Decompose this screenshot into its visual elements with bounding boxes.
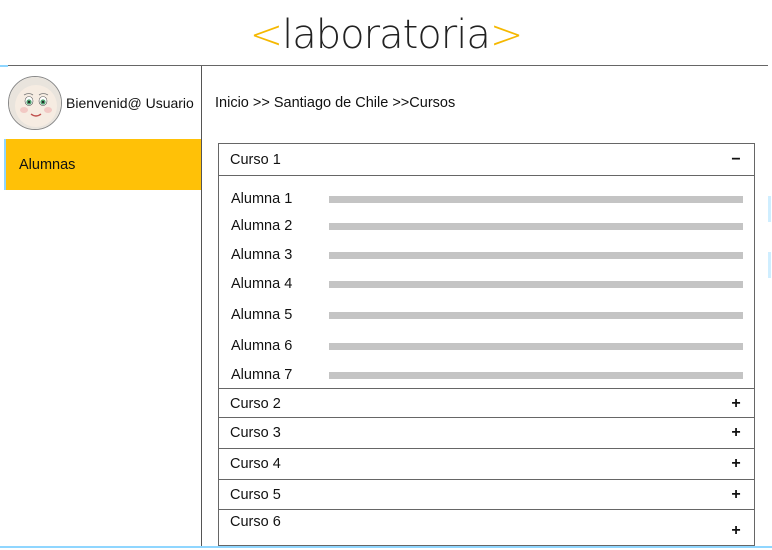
collapse-icon[interactable]: − bbox=[729, 151, 743, 169]
progress-bar bbox=[329, 280, 743, 288]
progress-bar bbox=[329, 371, 743, 379]
course-label: Curso 4 bbox=[230, 455, 281, 472]
course-header-6[interactable]: Curso 6 + bbox=[219, 509, 754, 545]
course-label: Curso 6 bbox=[230, 514, 281, 530]
list-item[interactable]: Alumna 3 bbox=[231, 245, 743, 265]
progress-bar bbox=[329, 195, 743, 203]
course-label: Curso 1 bbox=[230, 151, 281, 168]
course-header-1[interactable]: Curso 1 − bbox=[219, 144, 754, 176]
student-name: Alumna 1 bbox=[231, 191, 293, 207]
list-item[interactable]: Alumna 6 bbox=[231, 336, 743, 356]
progress-bar bbox=[329, 222, 743, 230]
laboratoria-logo[interactable]: <laboratoria> bbox=[0, 12, 772, 58]
logo-close-bracket: > bbox=[489, 12, 524, 58]
list-item[interactable]: Alumna 1 bbox=[231, 189, 743, 209]
progress-bar bbox=[329, 251, 743, 259]
course-label: Curso 3 bbox=[230, 424, 281, 441]
logo-open-bracket: < bbox=[249, 12, 284, 58]
logo-text: laboratoria bbox=[282, 12, 491, 58]
expand-icon[interactable]: + bbox=[729, 455, 743, 473]
student-name: Alumna 7 bbox=[231, 367, 293, 383]
scroll-edge-mark bbox=[768, 196, 771, 222]
student-name: Alumna 2 bbox=[231, 218, 293, 234]
expand-icon[interactable]: + bbox=[729, 395, 743, 413]
avatar-face-icon bbox=[9, 77, 61, 129]
avatar[interactable] bbox=[8, 76, 62, 130]
course-label: Curso 5 bbox=[230, 486, 281, 503]
breadcrumb: Inicio >> Santiago de Chile >>Cursos bbox=[215, 95, 456, 111]
header-divider bbox=[4, 65, 768, 66]
scroll-edge-mark bbox=[768, 252, 771, 278]
expand-icon[interactable]: + bbox=[729, 486, 743, 504]
student-name: Alumna 4 bbox=[231, 276, 293, 292]
progress-bar bbox=[329, 342, 743, 350]
sidebar-divider bbox=[201, 66, 202, 547]
sidebar-item-label: Alumnas bbox=[19, 156, 76, 173]
student-name: Alumna 6 bbox=[231, 338, 293, 354]
course-header-2[interactable]: Curso 2 + bbox=[219, 388, 754, 418]
courses-accordion: Curso 1 − Alumna 1 Alumna 2 Alumna 3 Alu… bbox=[218, 143, 755, 546]
expand-icon[interactable]: + bbox=[729, 522, 743, 540]
list-item[interactable]: Alumna 4 bbox=[231, 274, 743, 294]
course-header-5[interactable]: Curso 5 + bbox=[219, 479, 754, 509]
sidebar-item-alumnas[interactable]: Alumnas bbox=[4, 139, 201, 190]
header-divider-accent bbox=[0, 65, 8, 67]
course-header-3[interactable]: Curso 3 + bbox=[219, 417, 754, 447]
footer-divider bbox=[0, 546, 772, 548]
user-profile: Bienvenid@ Usuario bbox=[8, 74, 200, 132]
course-header-4[interactable]: Curso 4 + bbox=[219, 448, 754, 478]
expand-icon[interactable]: + bbox=[729, 424, 743, 442]
course-label: Curso 2 bbox=[230, 395, 281, 412]
progress-bar bbox=[329, 311, 743, 319]
list-item[interactable]: Alumna 2 bbox=[231, 216, 743, 236]
student-name: Alumna 3 bbox=[231, 247, 293, 263]
welcome-text: Bienvenid@ Usuario bbox=[66, 95, 194, 111]
list-item[interactable]: Alumna 5 bbox=[231, 305, 743, 325]
list-item[interactable]: Alumna 7 bbox=[231, 365, 743, 385]
student-name: Alumna 5 bbox=[231, 307, 293, 323]
